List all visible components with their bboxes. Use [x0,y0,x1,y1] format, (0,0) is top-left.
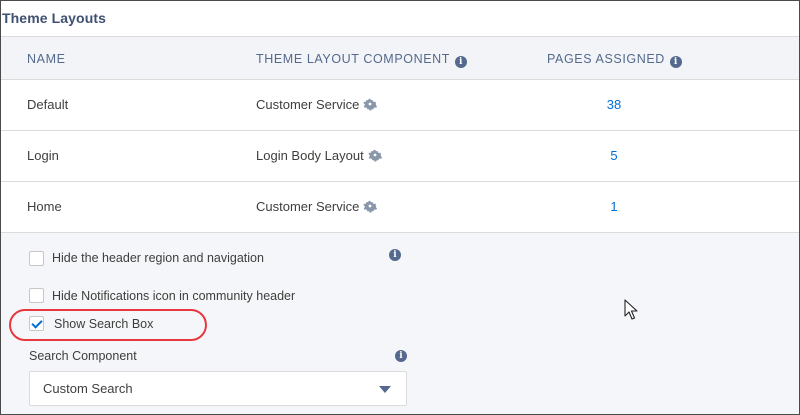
pages-assigned-link[interactable]: 5 [547,148,681,163]
layout-component: Customer Service [256,97,378,112]
gear-icon[interactable] [363,199,378,213]
gear-icon[interactable] [363,97,378,111]
search-component-label: Search Component [29,349,137,363]
column-header-label: NAME [27,52,66,66]
info-icon[interactable]: i [389,249,401,261]
highlight-annotation [9,309,207,341]
layout-component-label: Customer Service [256,97,360,112]
layout-component: Customer Service [256,199,378,214]
info-icon[interactable]: i [669,56,682,68]
table-row: Default Customer Service 38 [1,80,799,131]
search-component-value: Custom Search [43,381,133,396]
layout-name: Default [27,97,69,112]
pages-assigned-link[interactable]: 38 [547,97,681,112]
search-component-select[interactable]: Custom Search [29,371,407,406]
hide-notifications-checkbox[interactable] [29,288,44,303]
column-header-theme-layout-component: THEME LAYOUT COMPONENT i [256,52,468,68]
column-header-pages-assigned: PAGES ASSIGNED i [547,52,682,68]
layout-name: Login [27,148,59,163]
layout-name: Home [27,199,62,214]
gear-icon[interactable] [368,148,382,162]
info-icon[interactable]: i [395,350,407,362]
layout-component: Login Body Layout [256,148,382,163]
panel-header: Theme Layouts [1,1,799,36]
table-header: NAME THEME LAYOUT COMPONENT i PAGES ASSIG… [1,36,799,80]
theme-layouts-panel: Theme Layouts NAME THEME LAYOUT COMPONEN… [0,0,800,415]
column-header-name: NAME [27,52,66,66]
table-row: Login Login Body Layout 5 [1,131,799,182]
page-title: Theme Layouts [2,10,106,26]
info-icon[interactable]: i [455,56,468,68]
hide-header-label: Hide the header region and navigation [52,251,264,265]
layout-component-label: Customer Service [256,199,360,214]
column-header-label: THEME LAYOUT COMPONENT [256,52,451,66]
hide-notifications-label: Hide Notifications icon in community hea… [52,289,296,303]
column-header-label: PAGES ASSIGNED [547,52,665,66]
hide-header-checkbox[interactable] [29,251,44,266]
theme-layouts-table: Default Customer Service 38 Login Login … [1,80,799,233]
table-row: Home Customer Service 1 [1,182,799,233]
chevron-down-icon[interactable] [379,386,391,393]
pages-assigned-link[interactable]: 1 [547,199,681,214]
layout-component-label: Login Body Layout [256,148,364,163]
mouse-cursor-icon [624,299,638,320]
